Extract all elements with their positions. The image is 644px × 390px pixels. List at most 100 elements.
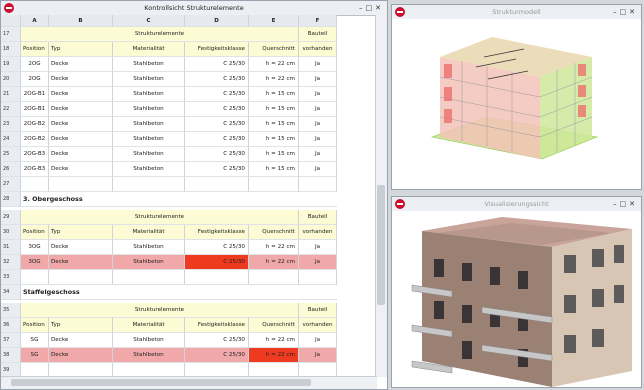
bauteil-header-cell[interactable]: Bauteil	[299, 210, 337, 225]
data-cell[interactable]: C 25/30	[185, 255, 249, 270]
data-cell[interactable]: Ja	[299, 147, 337, 162]
data-cell[interactable]: Stahlbeton	[113, 255, 185, 270]
data-cell[interactable]: Ja	[299, 102, 337, 117]
row-number[interactable]: 33	[1, 270, 21, 285]
row-number[interactable]: 23	[1, 117, 21, 132]
row-number[interactable]: 17	[1, 27, 21, 42]
row-number[interactable]: 19	[1, 57, 21, 72]
data-cell[interactable]: C 25/30	[185, 162, 249, 177]
data-cell[interactable]: h = 15 cm	[249, 132, 299, 147]
data-cell[interactable]: Stahlbeton	[113, 57, 185, 72]
row-number[interactable]: 30	[1, 225, 21, 240]
data-cell[interactable]: Stahlbeton	[113, 240, 185, 255]
empty-cell[interactable]	[299, 270, 337, 285]
horizontal-scroll-thumb[interactable]	[11, 379, 311, 386]
data-cell[interactable]: C 25/30	[185, 87, 249, 102]
data-cell[interactable]: Ja	[299, 162, 337, 177]
column-label-cell[interactable]: Festigkeitsklasse	[185, 42, 249, 57]
group-header-cell[interactable]: Strukturelemente	[21, 27, 299, 42]
empty-cell[interactable]	[185, 177, 249, 192]
data-cell[interactable]: h = 22 cm	[249, 255, 299, 270]
data-cell[interactable]: C 25/30	[185, 132, 249, 147]
data-cell[interactable]: Decke	[49, 132, 113, 147]
column-label-cell[interactable]: Typ	[49, 42, 113, 57]
row-number[interactable]: 22	[1, 102, 21, 117]
close-icon[interactable]: ✕	[629, 8, 638, 16]
column-header-d[interactable]: D	[185, 15, 249, 27]
data-cell[interactable]: Stahlbeton	[113, 102, 185, 117]
empty-cell[interactable]	[113, 363, 185, 377]
data-cell[interactable]: Ja	[299, 240, 337, 255]
data-cell[interactable]: C 25/30	[185, 240, 249, 255]
data-cell[interactable]: 2OG	[21, 72, 49, 87]
empty-cell[interactable]	[21, 270, 49, 285]
empty-cell[interactable]	[113, 270, 185, 285]
data-cell[interactable]: Decke	[49, 87, 113, 102]
data-cell[interactable]: Stahlbeton	[113, 348, 185, 363]
data-cell[interactable]: Ja	[299, 72, 337, 87]
visualization-viewport[interactable]	[392, 211, 641, 387]
column-label-cell[interactable]: Materialität	[113, 42, 185, 57]
data-cell[interactable]: 3OG	[21, 255, 49, 270]
row-number[interactable]: 28	[1, 192, 21, 207]
structure-model-viewport[interactable]	[392, 19, 641, 189]
column-label-cell[interactable]: Querschnitt	[249, 318, 299, 333]
empty-cell[interactable]	[49, 177, 113, 192]
column-label-cell[interactable]: Querschnitt	[249, 42, 299, 57]
data-cell[interactable]: C 25/30	[185, 333, 249, 348]
empty-cell[interactable]	[185, 363, 249, 377]
data-cell[interactable]: Decke	[49, 240, 113, 255]
data-cell[interactable]: Decke	[49, 57, 113, 72]
column-header-c[interactable]: C	[113, 15, 185, 27]
column-label-cell[interactable]: Typ	[49, 225, 113, 240]
spreadsheet-titlebar[interactable]: Kontrollsicht Strukturelemente –□✕	[1, 1, 387, 16]
empty-cell[interactable]	[21, 363, 49, 377]
data-cell[interactable]: Stahlbeton	[113, 117, 185, 132]
empty-cell[interactable]	[49, 270, 113, 285]
data-cell[interactable]: h = 15 cm	[249, 87, 299, 102]
spreadsheet-grid[interactable]: A B C D E F 17 Strukturelemente Bauteil 18 Positio…	[1, 15, 377, 377]
column-label-cell[interactable]: Typ	[49, 318, 113, 333]
section-title[interactable]: 3. Obergeschoss	[21, 192, 337, 207]
data-cell[interactable]: C 25/30	[185, 348, 249, 363]
data-cell[interactable]: h = 15 cm	[249, 117, 299, 132]
empty-cell[interactable]	[185, 270, 249, 285]
data-cell[interactable]: h = 15 cm	[249, 162, 299, 177]
data-cell[interactable]: SG	[21, 333, 49, 348]
row-number[interactable]: 37	[1, 333, 21, 348]
data-cell[interactable]: Stahlbeton	[113, 132, 185, 147]
data-cell[interactable]: Decke	[49, 147, 113, 162]
data-cell[interactable]: Ja	[299, 132, 337, 147]
data-cell[interactable]: Stahlbeton	[113, 72, 185, 87]
empty-cell[interactable]	[249, 270, 299, 285]
data-cell[interactable]: Decke	[49, 348, 113, 363]
column-label-cell[interactable]: Position	[21, 42, 49, 57]
row-number[interactable]: 24	[1, 132, 21, 147]
data-cell[interactable]: Stahlbeton	[113, 162, 185, 177]
data-cell[interactable]: C 25/30	[185, 57, 249, 72]
column-label-cell[interactable]: vorhanden	[299, 318, 337, 333]
row-number[interactable]: 36	[1, 318, 21, 333]
row-number[interactable]: 20	[1, 72, 21, 87]
corner-cell[interactable]	[1, 15, 21, 27]
data-cell[interactable]: 2OG-B3	[21, 162, 49, 177]
data-cell[interactable]: h = 22 cm	[249, 348, 299, 363]
data-cell[interactable]: Ja	[299, 57, 337, 72]
data-cell[interactable]: h = 22 cm	[249, 57, 299, 72]
data-cell[interactable]: Stahlbeton	[113, 87, 185, 102]
data-cell[interactable]: Stahlbeton	[113, 333, 185, 348]
data-cell[interactable]: h = 22 cm	[249, 240, 299, 255]
data-cell[interactable]: Decke	[49, 255, 113, 270]
row-number[interactable]: 21	[1, 87, 21, 102]
row-number[interactable]: 38	[1, 348, 21, 363]
empty-cell[interactable]	[249, 363, 299, 377]
data-cell[interactable]: Decke	[49, 117, 113, 132]
maximize-icon[interactable]: □	[620, 8, 630, 16]
data-cell[interactable]: h = 15 cm	[249, 102, 299, 117]
data-cell[interactable]: Ja	[299, 87, 337, 102]
row-number[interactable]: 34	[1, 285, 21, 300]
bauteil-header-cell[interactable]: Bauteil	[299, 303, 337, 318]
data-cell[interactable]: Decke	[49, 102, 113, 117]
data-cell[interactable]: C 25/30	[185, 102, 249, 117]
data-cell[interactable]: 2OG-B2	[21, 117, 49, 132]
